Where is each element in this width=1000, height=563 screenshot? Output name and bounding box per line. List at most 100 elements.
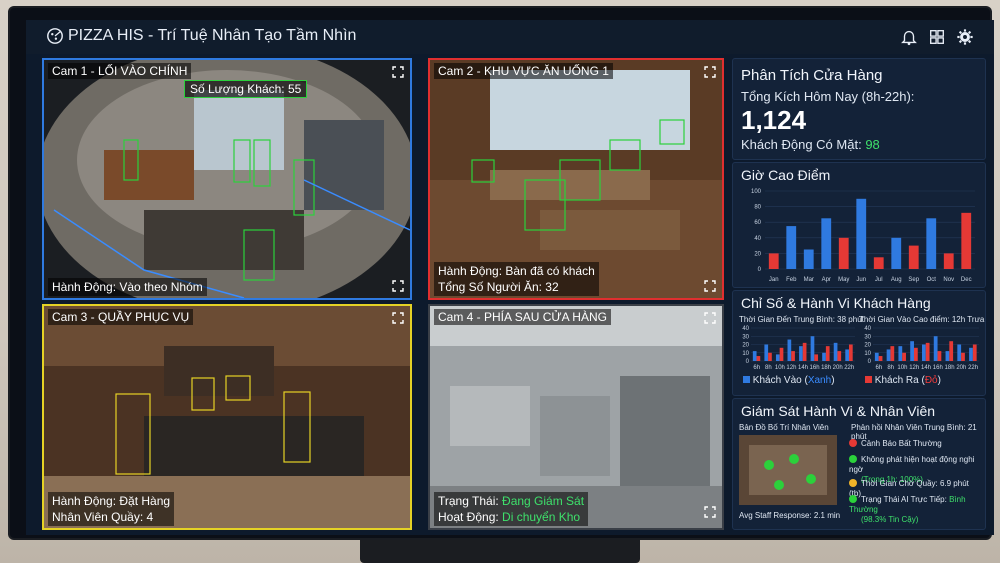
y-tick-label: 30 <box>742 334 749 340</box>
bar-in-18h <box>822 352 826 361</box>
bar-sep <box>908 245 919 269</box>
bar-out-8h <box>890 346 895 361</box>
x-tick-label: 8h <box>765 365 772 371</box>
cam1-guest-count: Số Lượng Khách: 55 <box>184 80 308 98</box>
staff-map-label: Bản Đồ Bố Trí Nhân Viên <box>739 423 829 432</box>
bar-out-18h <box>949 341 954 361</box>
bar-in-8h <box>764 344 769 361</box>
monitor-stand <box>360 538 640 563</box>
staff-map-image[interactable] <box>739 435 837 505</box>
bar-aug <box>891 237 902 269</box>
x-tick-label: 18h <box>821 365 831 371</box>
bar-out-12h <box>913 347 918 361</box>
y-tick-label: 0 <box>758 267 762 273</box>
gear-icon[interactable] <box>956 28 974 46</box>
legend-out-swatch <box>865 376 872 383</box>
monitor: PIZZA HIS - Trí Tuệ Nhân Tạo Tầm Nhìn Ca… <box>10 8 994 538</box>
bar-jun <box>856 198 867 269</box>
x-tick-label: Nov <box>943 277 954 283</box>
bar-out-12h <box>791 351 795 361</box>
bar-oct <box>926 218 937 269</box>
bar-out-18h <box>825 346 830 361</box>
y-tick-label: 10 <box>864 351 871 357</box>
bar-in-10h <box>775 354 780 361</box>
bar-out-10h <box>902 352 906 361</box>
bar-in-20h <box>833 342 838 361</box>
cam4-label: Cam 4 - PHÍA SAU CỬA HÀNG <box>434 309 611 325</box>
alert-subtext: (98.3% Tin Cậy) <box>861 515 919 524</box>
avg-arrival-caption: Thời Gian Đến Trung Bình: 38 phút <box>739 315 864 324</box>
y-tick-label: 20 <box>742 343 749 349</box>
bar-in-14h <box>921 344 926 361</box>
alert-item[interactable]: Trạng Thái AI Trực Tiếp: Bình Thường (98.… <box>849 495 981 525</box>
grid-icon[interactable] <box>928 28 946 46</box>
x-tick-label: 14h <box>921 365 931 371</box>
legend-in-swatch <box>743 376 750 383</box>
bar-in-12h <box>787 339 792 361</box>
bar-out-10h <box>779 347 784 361</box>
y-tick-label: 40 <box>742 326 749 332</box>
pizza-logo-icon <box>47 28 63 44</box>
staff-monitoring-panel: Giám Sát Hành Vi & Nhân Viên Bản Đồ Bố T… <box>732 398 986 530</box>
peak-hours-panel: Giờ Cao Điểm 0 20 40 60 80 100 Jan Feb Mar Apr May… <box>732 162 986 288</box>
x-tick-label: 8h <box>887 365 894 371</box>
x-tick-label: 16h <box>933 365 943 371</box>
x-tick-label: Oct <box>927 277 937 283</box>
check-icon <box>849 455 857 463</box>
expand-icon[interactable] <box>704 280 716 292</box>
bar-out-14h <box>925 342 930 361</box>
bar-in-22h <box>845 349 849 361</box>
bar-in-10h <box>898 346 903 361</box>
y-tick-label: 0 <box>746 359 750 365</box>
y-tick-label: 40 <box>754 236 761 242</box>
bar-out-6h <box>756 356 761 361</box>
bar-in-20h <box>957 344 962 361</box>
peak-title: Giờ Cao Điểm <box>741 167 831 183</box>
bar-in-16h <box>810 336 815 361</box>
customer-behavior-panel: Chỉ Số & Hành Vi Khách Hàng Thời Gian Đế… <box>732 290 986 396</box>
x-tick-label: Aug <box>891 277 902 283</box>
bar-out-22h <box>972 344 977 361</box>
expand-icon[interactable] <box>392 66 404 78</box>
y-tick-label: 60 <box>754 220 761 226</box>
avg-staff-response: Avg Staff Response: 2.1 min <box>739 511 841 520</box>
cam3-label: Cam 3 - QUẦY PHỤC VỤ <box>48 309 194 325</box>
bell-icon[interactable] <box>900 28 918 46</box>
bar-in-6h <box>752 351 757 361</box>
x-tick-label: 16h <box>810 365 820 371</box>
expand-icon[interactable] <box>392 312 404 324</box>
x-tick-label: 12h <box>909 365 919 371</box>
bar-nov <box>943 253 954 269</box>
legend-in: Khách Vào (Xanh) <box>743 375 835 386</box>
bar-apr <box>821 218 832 269</box>
today-value: 1,124 <box>741 105 807 135</box>
camera-feed-4[interactable]: Cam 4 - PHÍA SAU CỬA HÀNG Trạng Thái: Đa… <box>428 304 724 530</box>
x-tick-label: 14h <box>798 365 808 371</box>
expand-icon[interactable] <box>392 280 404 292</box>
alert-item[interactable]: Cảnh Báo Bất Thường <box>849 439 981 449</box>
y-tick-label: 80 <box>754 205 761 211</box>
x-tick-label: 6h <box>876 365 883 371</box>
bar-out-14h <box>802 342 807 361</box>
x-tick-label: May <box>838 277 849 283</box>
expand-icon[interactable] <box>704 506 716 518</box>
camera-feed-1[interactable]: Cam 1 - LỐI VÀO CHÍNH Số Lượng Khách: 55… <box>42 58 412 300</box>
store-analytics-panel: Phân Tích Cửa Hàng Tổng Kích Hôm Nay (8h… <box>732 58 986 160</box>
y-tick-label: 10 <box>742 351 749 357</box>
warning-icon <box>849 439 857 447</box>
legend-out: Khách Ra (Đỏ) <box>865 375 941 386</box>
bar-may <box>838 237 849 269</box>
peak-hours-chart: 0 20 40 60 80 100 Jan Feb Mar Apr May Jun Jul Aug Sep O… <box>751 189 975 283</box>
y-tick-label: 100 <box>751 189 762 195</box>
bar-feb <box>786 226 797 269</box>
x-tick-label: Sep <box>908 277 919 283</box>
x-tick-label: 22h <box>844 365 854 371</box>
camera-feed-3[interactable]: Cam 3 - QUẦY PHỤC VỤ Hành Động: Đặt Hàng… <box>42 304 412 530</box>
camera-feed-2[interactable]: Cam 2 - KHU VỰC ĂN UỐNG 1 Hành Động: Bàn… <box>428 58 724 300</box>
cam2-label: Cam 2 - KHU VỰC ĂN UỐNG 1 <box>434 63 613 79</box>
x-tick-label: 20h <box>956 365 966 371</box>
expand-icon[interactable] <box>704 312 716 324</box>
bar-dec <box>961 212 972 269</box>
cam1-action: Hành Động: Vào theo Nhóm <box>48 278 207 296</box>
expand-icon[interactable] <box>704 66 716 78</box>
